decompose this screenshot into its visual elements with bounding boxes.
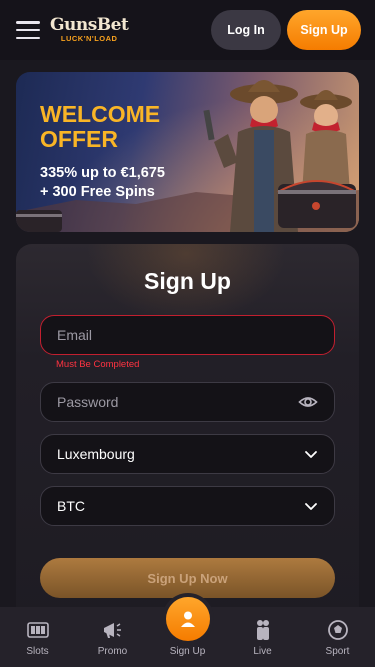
banner-offer-line-2: + 300 Free Spins — [40, 184, 155, 200]
megaphone-icon — [101, 618, 125, 642]
menu-icon[interactable] — [16, 21, 40, 39]
eye-icon[interactable] — [298, 392, 318, 412]
country-value: Luxembourg — [57, 446, 135, 462]
nav-item-slots[interactable]: Slots — [0, 607, 75, 667]
logo-tagline: LUCK'N'LOAD — [60, 34, 118, 44]
banner-offer-text: 335% up to €1,675 + 300 Free Spins — [40, 164, 165, 202]
logo[interactable]: GunsBet LUCK'N'LOAD — [50, 15, 129, 44]
nav-item-sport[interactable]: Sport — [300, 607, 375, 667]
chevron-down-icon — [304, 447, 318, 461]
nav-label: Sport — [325, 646, 350, 657]
nav-label: Live — [253, 646, 272, 657]
signup-button[interactable]: Sign Up — [287, 10, 361, 50]
email-error-message: Must Be Completed — [56, 359, 140, 370]
nav-item-promo[interactable]: Promo — [75, 607, 150, 667]
email-field[interactable] — [40, 315, 335, 355]
bottom-nav: Slots Promo Sign Up Live Sport — [0, 597, 375, 667]
currency-value: BTC — [57, 498, 85, 514]
currency-select[interactable]: BTC — [40, 486, 335, 526]
nav-label: Slots — [26, 646, 49, 657]
signup-form-card: Sign Up Must Be Completed Luxembourg BTC… — [16, 244, 359, 624]
chevron-down-icon — [304, 499, 318, 513]
cowboys-illustration — [16, 80, 359, 232]
country-select[interactable]: Luxembourg — [40, 434, 335, 474]
user-icon — [165, 597, 210, 641]
form-title: Sign Up — [144, 268, 231, 294]
nav-label: Promo — [97, 646, 128, 657]
banner-offer-line-1: 335% up to €1,675 — [40, 165, 165, 181]
slots-icon — [26, 618, 50, 642]
banner-title: WELCOME OFFER — [40, 101, 161, 152]
top-bar: GunsBet LUCK'N'LOAD Log In Sign Up — [0, 0, 375, 60]
soccer-ball-icon — [326, 618, 350, 642]
email-input[interactable] — [57, 327, 318, 343]
nav-item-live[interactable]: Live — [225, 607, 300, 667]
password-field[interactable] — [40, 382, 335, 422]
login-button[interactable]: Log In — [211, 10, 281, 50]
logo-text: GunsBet — [50, 15, 129, 36]
nav-item-signup[interactable]: Sign Up — [150, 597, 225, 667]
nav-label: Sign Up — [169, 646, 206, 657]
live-dealer-icon — [251, 618, 275, 642]
signup-submit-button[interactable]: Sign Up Now — [40, 558, 335, 598]
welcome-offer-banner[interactable]: WELCOME OFFER 335% up to €1,675 + 300 Fr… — [16, 72, 359, 232]
password-input[interactable] — [57, 394, 298, 410]
